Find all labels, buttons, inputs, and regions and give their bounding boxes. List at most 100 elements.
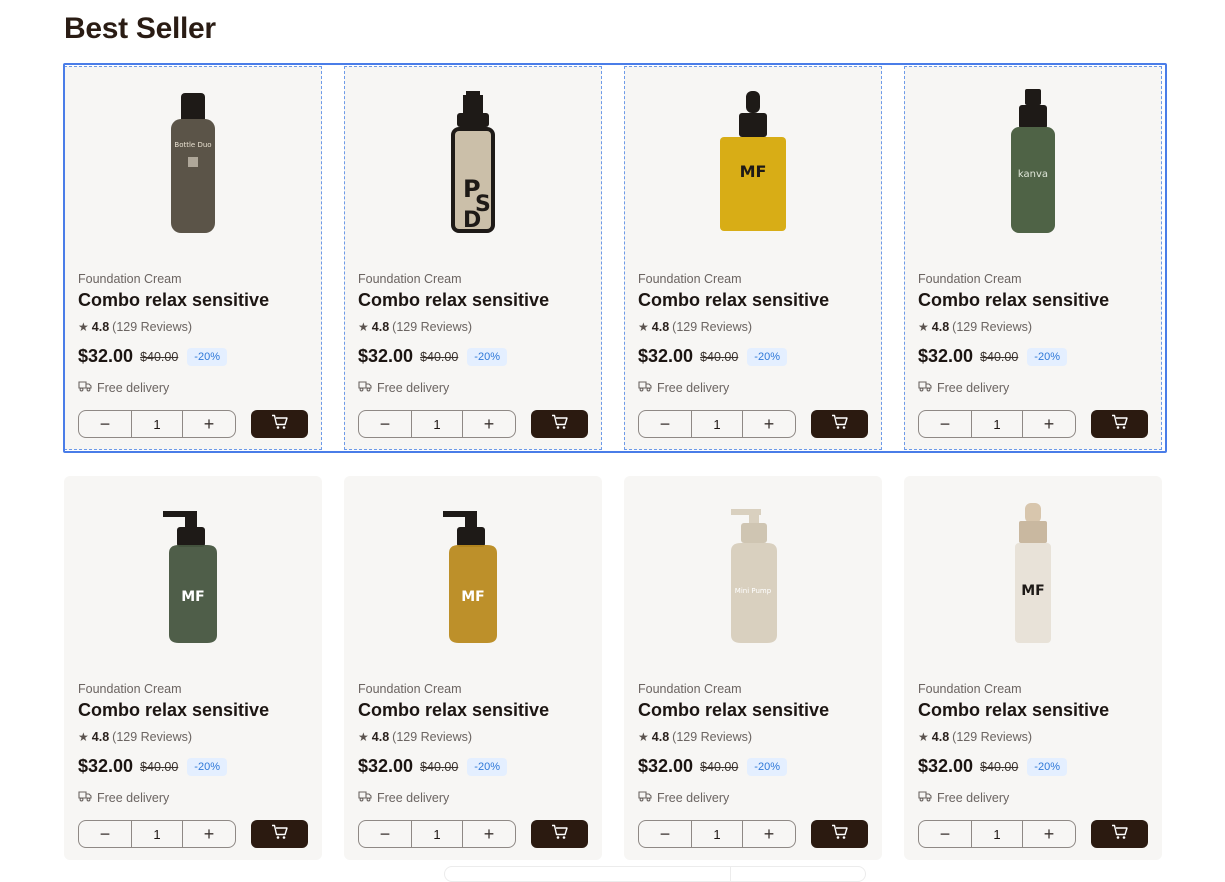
product-card[interactable]: MF Foundation Cream Combo relax sensitiv… bbox=[624, 66, 882, 450]
quantity-value[interactable]: 1 bbox=[691, 411, 743, 437]
add-to-cart-button[interactable] bbox=[251, 820, 308, 848]
quantity-value[interactable]: 1 bbox=[411, 411, 463, 437]
cart-icon bbox=[271, 824, 289, 845]
plus-icon[interactable]: + bbox=[463, 821, 515, 847]
cart-icon bbox=[551, 824, 569, 845]
product-card[interactable]: MF Foundation Cream Combo relax sensitiv… bbox=[904, 476, 1162, 860]
add-to-cart-button[interactable] bbox=[811, 820, 868, 848]
add-to-cart-button[interactable] bbox=[811, 410, 868, 438]
product-image[interactable]: MF bbox=[904, 492, 1162, 652]
minus-icon[interactable]: − bbox=[79, 821, 131, 847]
product-card[interactable]: Mini Pump Foundation Cream Combo relax s… bbox=[624, 476, 882, 860]
add-to-cart-button[interactable] bbox=[1091, 820, 1148, 848]
minus-icon[interactable]: − bbox=[639, 411, 691, 437]
delivery-label: Free delivery bbox=[937, 380, 1010, 395]
product-image[interactable]: Bottle Duo bbox=[64, 82, 322, 242]
minus-icon[interactable]: − bbox=[79, 411, 131, 437]
product-rating: ★ 4.8 (129 Reviews) bbox=[78, 730, 192, 744]
product-title[interactable]: Combo relax sensitive bbox=[638, 700, 829, 721]
rating-score: 4.8 bbox=[931, 320, 950, 334]
quantity-value[interactable]: 1 bbox=[971, 821, 1023, 847]
quantity-stepper: − 1 + bbox=[78, 410, 236, 438]
product-title[interactable]: Combo relax sensitive bbox=[358, 700, 549, 721]
price-row: $32.00 $40.00 -20% bbox=[78, 346, 227, 367]
section-title: Best Seller bbox=[64, 12, 216, 45]
plus-icon[interactable]: + bbox=[183, 411, 235, 437]
minus-icon[interactable]: − bbox=[919, 411, 971, 437]
plus-icon[interactable]: + bbox=[743, 821, 795, 847]
product-category: Foundation Cream bbox=[358, 272, 462, 286]
review-count[interactable]: (129 Reviews) bbox=[112, 320, 192, 334]
svg-text:D: D bbox=[463, 208, 481, 233]
product-image[interactable]: MF bbox=[64, 492, 322, 652]
add-to-cart-button[interactable] bbox=[251, 410, 308, 438]
minus-icon[interactable]: − bbox=[639, 821, 691, 847]
plus-icon[interactable]: + bbox=[183, 821, 235, 847]
product-image[interactable]: MF bbox=[624, 82, 882, 242]
delivery-info: Free delivery bbox=[358, 380, 449, 395]
delivery-info: Free delivery bbox=[638, 380, 729, 395]
review-count[interactable]: (129 Reviews) bbox=[672, 320, 752, 334]
price-row: $32.00 $40.00 -20% bbox=[358, 346, 507, 367]
current-price: $32.00 bbox=[78, 346, 134, 366]
product-category: Foundation Cream bbox=[358, 682, 462, 696]
add-to-cart-button[interactable] bbox=[531, 820, 588, 848]
discount-badge: -20% bbox=[467, 757, 507, 776]
rating-score: 4.8 bbox=[371, 320, 390, 334]
svg-text:Bottle Duo: Bottle Duo bbox=[174, 141, 211, 149]
plus-icon[interactable]: + bbox=[743, 411, 795, 437]
product-title[interactable]: Combo relax sensitive bbox=[78, 290, 269, 311]
minus-icon[interactable]: − bbox=[359, 821, 411, 847]
quantity-value[interactable]: 1 bbox=[971, 411, 1023, 437]
rating-score: 4.8 bbox=[371, 730, 390, 744]
quantity-value[interactable]: 1 bbox=[131, 411, 183, 437]
product-title[interactable]: Combo relax sensitive bbox=[358, 290, 549, 311]
price-row: $32.00 $40.00 -20% bbox=[78, 756, 227, 777]
minus-icon[interactable]: − bbox=[359, 411, 411, 437]
bottom-control-hint bbox=[444, 866, 866, 882]
product-image[interactable]: PSD bbox=[344, 82, 602, 242]
review-count[interactable]: (129 Reviews) bbox=[952, 320, 1032, 334]
product-image[interactable]: MF bbox=[344, 492, 602, 652]
review-count[interactable]: (129 Reviews) bbox=[112, 730, 192, 744]
product-card[interactable]: MF Foundation Cream Combo relax sensitiv… bbox=[64, 476, 322, 860]
product-image[interactable]: Mini Pump bbox=[624, 492, 882, 652]
minus-icon[interactable]: − bbox=[919, 821, 971, 847]
plus-icon[interactable]: + bbox=[1023, 821, 1075, 847]
review-count[interactable]: (129 Reviews) bbox=[672, 730, 752, 744]
product-card[interactable]: PSD Foundation Cream Combo relax sensiti… bbox=[344, 66, 602, 450]
plus-icon[interactable]: + bbox=[463, 411, 515, 437]
quantity-value[interactable]: 1 bbox=[131, 821, 183, 847]
product-card[interactable]: kanva Foundation Cream Combo relax sensi… bbox=[904, 66, 1162, 450]
add-to-cart-button[interactable] bbox=[1091, 410, 1148, 438]
product-image[interactable]: kanva bbox=[904, 82, 1162, 242]
product-category: Foundation Cream bbox=[918, 272, 1022, 286]
quantity-value[interactable]: 1 bbox=[411, 821, 463, 847]
current-price: $32.00 bbox=[638, 756, 694, 776]
cart-icon bbox=[271, 414, 289, 435]
product-category: Foundation Cream bbox=[78, 272, 182, 286]
product-title[interactable]: Combo relax sensitive bbox=[78, 700, 269, 721]
quantity-value[interactable]: 1 bbox=[691, 821, 743, 847]
product-rating: ★ 4.8 (129 Reviews) bbox=[638, 320, 752, 334]
discount-badge: -20% bbox=[1027, 757, 1067, 776]
product-card[interactable]: Bottle Duo Foundation Cream Combo relax … bbox=[64, 66, 322, 450]
discount-badge: -20% bbox=[1027, 347, 1067, 366]
product-title[interactable]: Combo relax sensitive bbox=[918, 700, 1109, 721]
delivery-info: Free delivery bbox=[638, 790, 729, 805]
cart-icon bbox=[551, 414, 569, 435]
discount-badge: -20% bbox=[187, 347, 227, 366]
quantity-stepper: − 1 + bbox=[638, 820, 796, 848]
add-to-cart-button[interactable] bbox=[531, 410, 588, 438]
product-card[interactable]: MF Foundation Cream Combo relax sensitiv… bbox=[344, 476, 602, 860]
product-title[interactable]: Combo relax sensitive bbox=[638, 290, 829, 311]
product-title[interactable]: Combo relax sensitive bbox=[918, 290, 1109, 311]
review-count[interactable]: (129 Reviews) bbox=[392, 320, 472, 334]
truck-icon bbox=[78, 790, 92, 805]
svg-text:MF: MF bbox=[181, 589, 205, 605]
rating-score: 4.8 bbox=[651, 730, 670, 744]
review-count[interactable]: (129 Reviews) bbox=[392, 730, 472, 744]
cart-icon bbox=[831, 414, 849, 435]
review-count[interactable]: (129 Reviews) bbox=[952, 730, 1032, 744]
plus-icon[interactable]: + bbox=[1023, 411, 1075, 437]
